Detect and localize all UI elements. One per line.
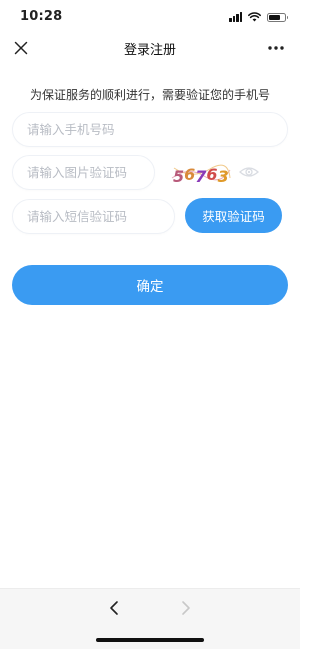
status-icons: [229, 10, 288, 24]
page-title: 登录注册: [123, 43, 176, 58]
phone-field[interactable]: [12, 112, 288, 147]
phone-input[interactable]: [25, 121, 275, 138]
status-bar: 10:28: [0, 0, 300, 34]
captcha-char: 3: [218, 167, 229, 186]
sms-code-field[interactable]: [12, 199, 175, 234]
captcha-char: 5: [173, 167, 184, 186]
svg-text:56763: 56763: [173, 165, 229, 186]
sms-code-input[interactable]: [25, 208, 162, 225]
captcha-char: 6: [206, 165, 217, 184]
refresh-captcha-icon[interactable]: [238, 163, 260, 181]
signal-icon: [229, 12, 242, 22]
back-arrow-icon[interactable]: [107, 600, 121, 616]
status-time: 10:28: [20, 9, 63, 24]
image-code-input[interactable]: [25, 164, 142, 181]
bottom-toolbar: [0, 588, 300, 649]
get-code-button[interactable]: 获取验证码: [185, 198, 282, 233]
more-icon[interactable]: [266, 40, 286, 56]
wifi-icon: [248, 12, 261, 22]
captcha-image[interactable]: 56763: [170, 160, 232, 186]
image-code-field[interactable]: [12, 155, 155, 190]
battery-icon: [267, 12, 288, 22]
confirm-button[interactable]: 确定: [12, 265, 288, 305]
verification-hint: 为保证服务的顺利进行，需要验证您的手机号: [29, 88, 270, 102]
nav-bar: 登录注册: [0, 34, 300, 62]
forward-arrow-icon[interactable]: [179, 600, 193, 616]
captcha-char: 6: [184, 165, 195, 184]
home-indicator: [96, 638, 204, 642]
